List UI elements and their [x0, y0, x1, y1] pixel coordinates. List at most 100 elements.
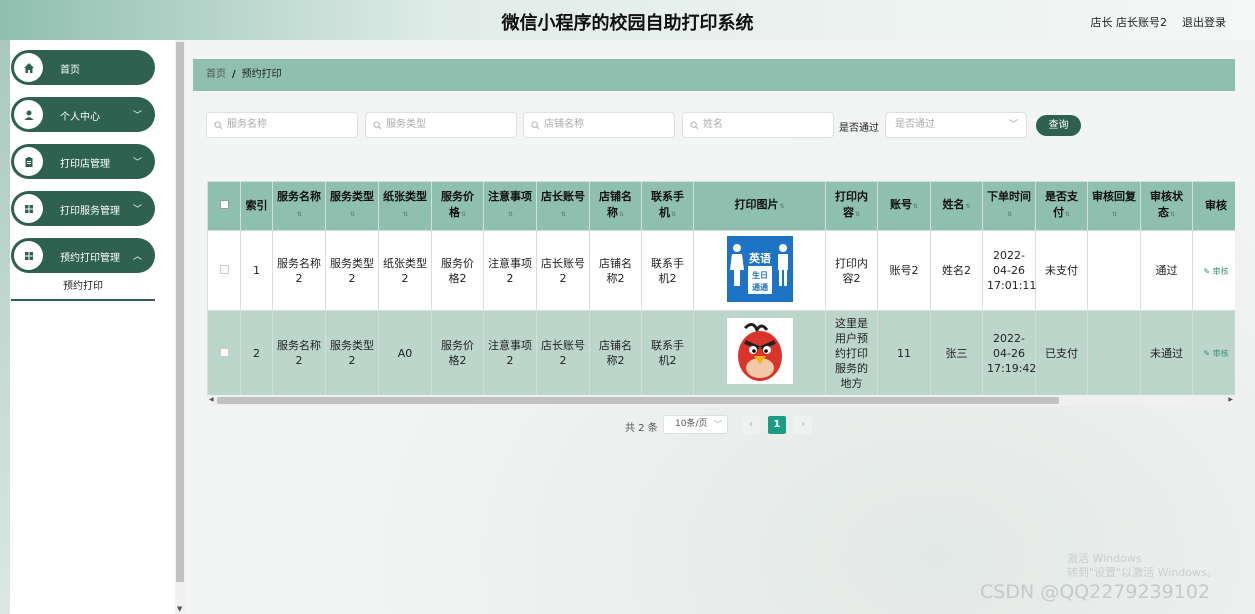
- sidebar-scrollbar[interactable]: ▼: [175, 40, 185, 614]
- column-header[interactable]: 注意事项 ⇅: [483, 181, 537, 231]
- sidebar-item-label: 打印服务管理: [60, 206, 120, 217]
- sort-icon[interactable]: ⇅: [297, 211, 302, 218]
- sidebar-item-print-service[interactable]: 打印服务管理 ﹀: [11, 191, 155, 226]
- sort-icon[interactable]: ⇅: [508, 211, 513, 218]
- pagination-total: 共 2 条: [625, 423, 658, 434]
- approved-select-placeholder: 是否通过: [895, 119, 935, 130]
- sort-icon[interactable]: ⇅: [855, 211, 860, 218]
- cell-index: 2: [240, 310, 273, 396]
- row-checkbox[interactable]: [219, 265, 229, 274]
- service-type-input[interactable]: 服务类型: [365, 112, 517, 138]
- cell-print-image: [693, 310, 826, 396]
- column-header-label: 服务类型: [330, 190, 374, 203]
- column-header[interactable]: 账号⇅: [877, 181, 931, 231]
- cell-account: 11: [877, 310, 931, 396]
- search-icon: [690, 121, 699, 130]
- table-horizontal-scrollbar[interactable]: ◀ ▶: [207, 395, 1235, 406]
- cell-service-type: 服务类型2: [325, 310, 379, 396]
- row-checkbox[interactable]: [219, 347, 229, 357]
- page-1-button[interactable]: 1: [768, 416, 786, 434]
- sort-icon[interactable]: ⇅: [619, 211, 624, 218]
- cell-shop-name: 店铺名称2: [589, 310, 642, 396]
- sort-icon[interactable]: ⇅: [1065, 211, 1070, 218]
- restroom-sign-image: 英语 生日 通通: [726, 235, 793, 302]
- sort-icon[interactable]: ⇅: [965, 203, 970, 210]
- sort-icon[interactable]: ⇅: [671, 211, 676, 218]
- top-header: 微信小程序的校园自助打印系统 店长 店长账号2 退出登录: [0, 0, 1255, 40]
- shop-name-input[interactable]: 店铺名称: [523, 112, 675, 138]
- table-row[interactable]: 2 服务名称2 服务类型2 A0 服务价格2 注意事项2 店长账号2 店铺名称2…: [207, 310, 1235, 396]
- column-header[interactable]: 服务价格⇅: [431, 181, 484, 231]
- column-header[interactable]: 服务名称 ⇅: [272, 181, 326, 231]
- cell-paper-type: A0: [378, 310, 432, 396]
- chevron-down-icon: ﹀: [132, 205, 142, 215]
- cell-content: 打印内容2: [825, 230, 878, 311]
- query-button[interactable]: 查询: [1036, 115, 1081, 136]
- column-header[interactable]: 联系手机⇅: [641, 181, 694, 231]
- cell-name: 姓名2: [930, 230, 983, 311]
- scroll-right-icon[interactable]: ▶: [1228, 396, 1233, 403]
- column-header-label: 是否支付: [1045, 190, 1078, 219]
- cell-notes: 注意事项2: [483, 310, 537, 396]
- csdn-watermark: CSDN @QQ2279239102: [980, 581, 1211, 603]
- sort-icon[interactable]: ⇅: [1170, 211, 1175, 218]
- column-header[interactable]: 审核状态⇅: [1140, 181, 1193, 231]
- scroll-down-icon[interactable]: ▼: [177, 605, 182, 613]
- image-caption-line2: 生日: [752, 270, 768, 280]
- next-page-button[interactable]: ›: [794, 416, 812, 434]
- sidebar-subitem-appointment-print[interactable]: 预约打印: [11, 277, 155, 301]
- page-size-select[interactable]: 10条/页 ﹀: [663, 415, 728, 434]
- column-header[interactable]: 是否支付⇅: [1035, 181, 1088, 231]
- column-header[interactable]: 打印图片⇅: [693, 181, 826, 231]
- cell-price: 服务价格2: [431, 230, 484, 311]
- select-all-checkbox[interactable]: [219, 200, 229, 209]
- sort-icon[interactable]: ⇅: [913, 203, 918, 210]
- sort-icon[interactable]: ⇅: [350, 211, 355, 218]
- watermark-line2: 转到"设置"以激活 Windows。: [1067, 566, 1218, 579]
- sort-icon[interactable]: ⇅: [461, 211, 466, 218]
- table-scrollbar-thumb[interactable]: [217, 397, 1059, 404]
- cell-action: ✎ 审核: [1192, 230, 1235, 311]
- column-header[interactable]: 纸张类型 ⇅: [378, 181, 432, 231]
- sidebar-item-print-shop[interactable]: 打印店管理 ﹀: [11, 144, 155, 179]
- column-header[interactable]: 店铺名称⇅: [589, 181, 642, 231]
- row-checkbox-cell[interactable]: [207, 230, 241, 311]
- breadcrumb-home[interactable]: 首页: [206, 69, 226, 80]
- cell-service-name: 服务名称2: [272, 230, 326, 311]
- row-checkbox-cell[interactable]: [207, 310, 241, 396]
- sidebar-scrollbar-thumb[interactable]: [176, 42, 184, 582]
- column-header: 审核: [1192, 181, 1235, 231]
- table-row[interactable]: 1 服务名称2 服务类型2 纸张类型2 服务价格2 注意事项2 店长账号2 店铺…: [207, 230, 1235, 311]
- sidebar-item-home[interactable]: 首页: [11, 50, 155, 85]
- scroll-left-icon[interactable]: ◀: [209, 396, 214, 403]
- sidebar-item-appointment-print[interactable]: 预约打印管理 ︿: [11, 238, 155, 273]
- sort-icon[interactable]: ⇅: [1112, 211, 1117, 218]
- cell-account: 账号2: [877, 230, 931, 311]
- column-header[interactable]: 下单时间 ⇅: [982, 181, 1036, 231]
- column-header[interactable]: 姓名⇅: [930, 181, 983, 231]
- image-caption-line3: 通通: [752, 282, 768, 292]
- review-button[interactable]: ✎ 审核: [1203, 349, 1228, 358]
- service-name-input[interactable]: 服务名称: [206, 112, 358, 138]
- column-header[interactable]: 打印内容⇅: [825, 181, 878, 231]
- logout-link[interactable]: 退出登录: [1182, 14, 1226, 30]
- column-header[interactable]: 服务类型 ⇅: [325, 181, 379, 231]
- sidebar-item-personal-center[interactable]: 个人中心 ﹀: [11, 97, 155, 132]
- column-header[interactable]: 审核回复 ⇅: [1087, 181, 1141, 231]
- cell-status: 通过: [1140, 230, 1193, 311]
- sort-icon[interactable]: ⇅: [403, 211, 408, 218]
- approved-select[interactable]: 是否通过 ﹀: [885, 112, 1027, 138]
- name-input[interactable]: 姓名: [682, 112, 834, 138]
- cell-print-image: 英语 生日 通通: [693, 230, 826, 311]
- review-button[interactable]: ✎ 审核: [1203, 267, 1228, 276]
- column-header[interactable]: 店长账号 ⇅: [536, 181, 590, 231]
- cell-phone: 联系手机2: [641, 310, 694, 396]
- column-header: 索引: [240, 181, 273, 231]
- sort-icon[interactable]: ⇅: [561, 211, 566, 218]
- select-all-checkbox-cell[interactable]: [207, 181, 241, 231]
- sort-icon[interactable]: ⇅: [1007, 211, 1012, 218]
- table-header-row: 索引 服务名称⇅ 服务类型 ⇅ 纸张类型⇅ 服务价格⇅ 注意事项⇅ 店长账号⇅ 店…: [207, 181, 1235, 231]
- prev-page-button[interactable]: ‹: [742, 416, 760, 434]
- sort-icon[interactable]: ⇅: [779, 203, 784, 210]
- clipboard-icon: [14, 147, 43, 176]
